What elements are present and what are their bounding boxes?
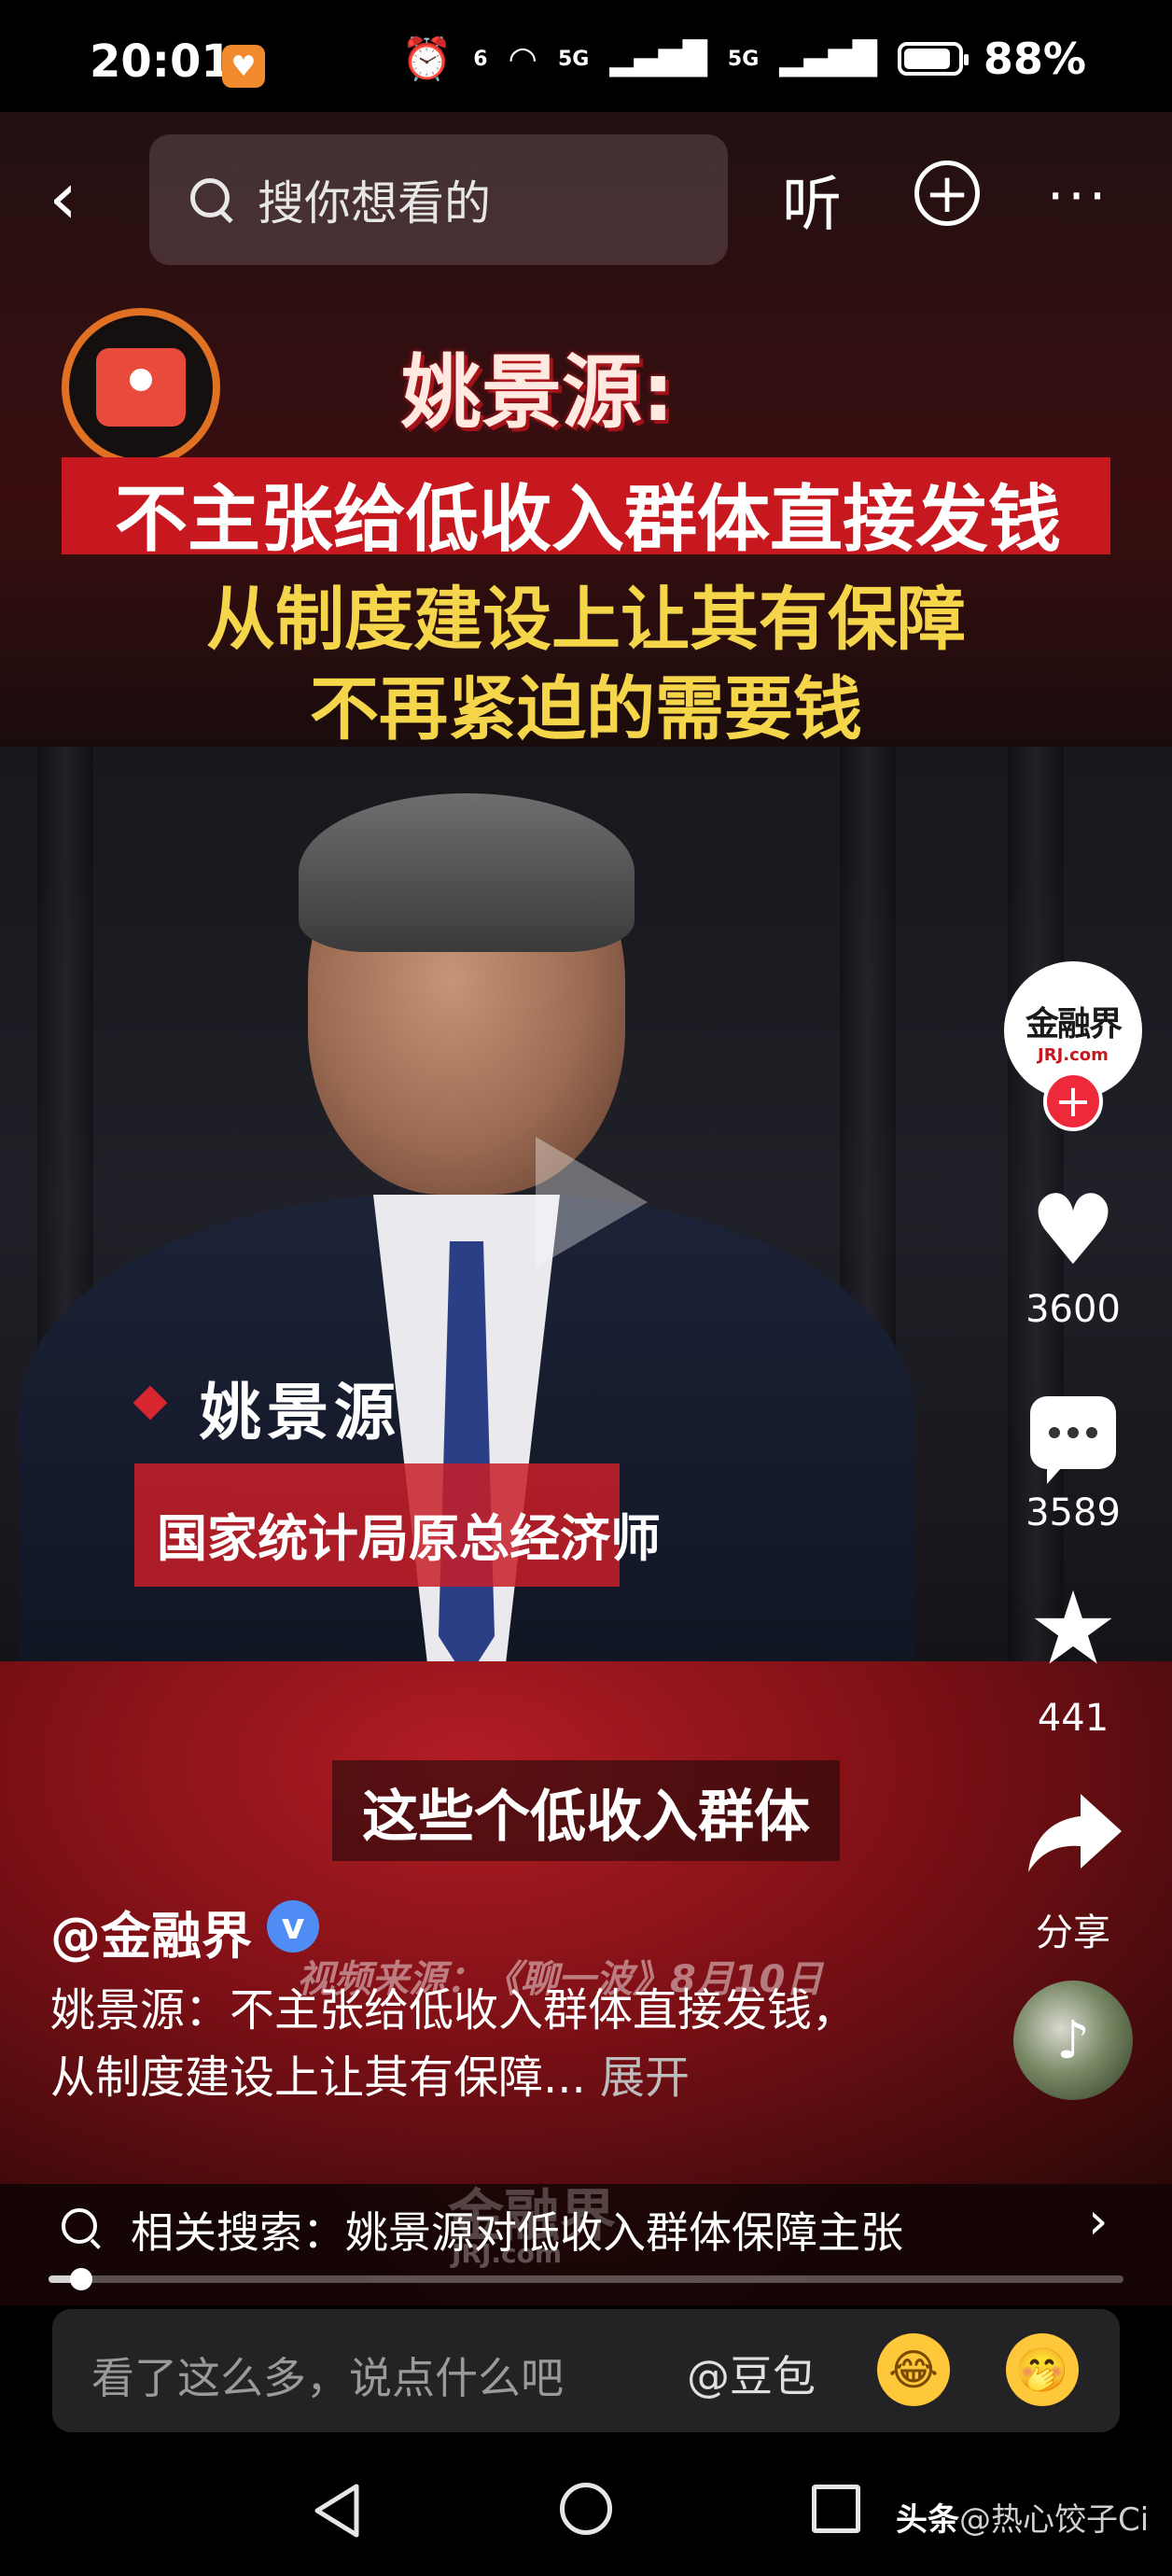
credit-author: @热心饺子Ci	[959, 2501, 1150, 2539]
video-subtitle: 这些个低收入群体	[362, 1785, 810, 1850]
share-icon[interactable]	[1025, 1786, 1127, 1880]
progress-handle[interactable]	[70, 2268, 92, 2290]
headline-line-3: 不再紧迫的需要钱	[310, 669, 862, 749]
wifi-label: 6	[473, 47, 488, 71]
signal-label-2: 5G	[727, 47, 760, 71]
headline-line-2: 从制度建设上让其有保障	[206, 580, 966, 660]
favorite-count: 441	[1037, 1697, 1109, 1740]
red-packet-icon	[96, 348, 186, 427]
caption-text: 姚景源：不主张给低收入群体直接发钱，从制度建设上让其有保障...	[50, 1984, 858, 2104]
search-icon	[62, 2208, 103, 2249]
related-search-text[interactable]: 相关搜索：姚景源对低收入群体保障主张	[131, 2199, 903, 2261]
search-placeholder: 搜你想看的	[258, 176, 491, 231]
verified-icon: v	[267, 1900, 319, 1953]
comment-count: 3589	[1026, 1491, 1121, 1534]
speaker-title: 国家统计局原总经济师	[157, 1509, 661, 1568]
headline-name: 姚景源:	[401, 346, 675, 440]
author-handle[interactable]: @金融界	[50, 1895, 252, 1968]
status-time: 20:01	[90, 35, 232, 88]
red-packet-button[interactable]	[62, 308, 220, 467]
play-icon[interactable]	[536, 1137, 648, 1267]
credit-site: 头条	[896, 2501, 959, 2539]
plus-icon[interactable]: +	[914, 161, 980, 226]
laughing-emoji-icon[interactable]: 😂	[877, 2333, 950, 2406]
heart-icon[interactable]: ♥	[1026, 1182, 1120, 1279]
progress-track[interactable]	[49, 2275, 1123, 2283]
chevron-right-icon[interactable]: ›	[1088, 2191, 1109, 2250]
comment-icon[interactable]	[1030, 1396, 1116, 1484]
like-count: 3600	[1026, 1288, 1121, 1331]
nav-back-icon[interactable]	[312, 2483, 362, 2539]
battery-icon	[897, 42, 969, 76]
nav-home-icon[interactable]	[560, 2483, 612, 2535]
search-input[interactable]: 搜你想看的	[149, 134, 728, 265]
shy-emoji-icon[interactable]: 🤭	[1006, 2333, 1079, 2406]
music-note-icon[interactable]: ♪	[1013, 1981, 1133, 2100]
back-button[interactable]: ‹	[49, 157, 105, 241]
signal-label-1: 5G	[557, 47, 590, 71]
comment-placeholder[interactable]: 看了这么多，说点什么吧	[91, 2345, 564, 2406]
mention-button[interactable]: @豆包	[687, 2343, 816, 2404]
nav-recent-icon[interactable]	[812, 2485, 860, 2533]
speaker-name: 姚景源	[200, 1377, 401, 1449]
star-icon[interactable]: ★	[1026, 1579, 1120, 1680]
battery-percent: 88%	[983, 34, 1086, 84]
headline-line-1: 不主张给低收入群体直接发钱	[114, 478, 1061, 562]
notification-heart-icon: ♥	[222, 45, 265, 88]
share-label[interactable]: 分享	[1008, 1902, 1138, 1956]
author-avatar-sub: JRJ.com	[1038, 1044, 1109, 1065]
status-indicators: ⏰ 6 ◠ 5G ▂▄▆█ 5G ▂▄▆█ 88%	[401, 34, 1086, 84]
follow-button[interactable]: +	[1043, 1071, 1103, 1131]
alarm-icon: ⏰	[401, 35, 453, 83]
search-icon	[190, 178, 233, 221]
wifi-icon: ◠	[508, 39, 537, 78]
expand-link[interactable]: 展开	[600, 2051, 690, 2104]
post-caption[interactable]: 姚景源：不主张给低收入群体直接发钱，从制度建设上让其有保障... 展开	[50, 1977, 890, 2111]
author-avatar-logo: 金融界	[1025, 1004, 1123, 1043]
listen-button[interactable]: 听	[782, 157, 842, 243]
signal-icon-1: ▂▄▆█	[609, 40, 707, 77]
signal-icon-2: ▂▄▆█	[779, 40, 877, 77]
more-icon[interactable]: ···	[1047, 164, 1109, 228]
source-credit: 头条@热心饺子Ci	[896, 2494, 1149, 2540]
